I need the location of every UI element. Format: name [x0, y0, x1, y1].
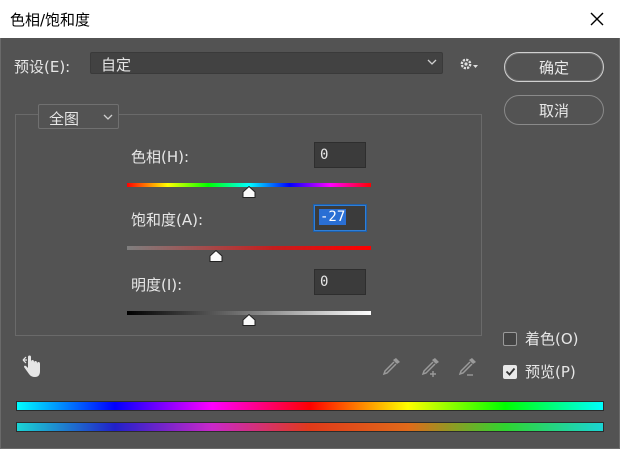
channel-dropdown[interactable]: 全图 [38, 104, 119, 129]
gear-icon[interactable] [458, 56, 480, 72]
eyedropper-add-icon[interactable] [420, 356, 442, 378]
hue-slider-thumb[interactable] [242, 186, 256, 198]
preview-option[interactable]: 预览(P) [503, 361, 576, 382]
adjustment-group [15, 114, 482, 336]
hue-input[interactable]: 0 [314, 142, 366, 168]
preset-value: 自定 [101, 56, 132, 74]
lightness-value: 0 [320, 274, 329, 290]
eyedropper-icon[interactable] [382, 356, 402, 376]
chevron-down-icon [427, 59, 437, 65]
checkmark-icon [505, 367, 515, 376]
lightness-label: 明度(I): [131, 276, 183, 294]
lightness-slider-thumb[interactable] [242, 314, 256, 326]
preset-dropdown[interactable]: 自定 [90, 52, 443, 74]
channel-value: 全图 [49, 110, 80, 128]
window-title: 色相/饱和度 [10, 11, 91, 29]
cancel-button[interactable]: 取消 [504, 95, 604, 125]
chevron-down-icon [103, 114, 113, 120]
preview-label: 预览(P) [525, 363, 576, 381]
colorize-checkbox[interactable] [503, 331, 517, 346]
saturation-input[interactable]: -27 [314, 205, 366, 231]
preset-label: 预设(E): [14, 58, 71, 76]
ok-button[interactable]: 确定 [504, 52, 604, 82]
hue-value: 0 [320, 147, 329, 163]
preview-checkbox[interactable] [503, 364, 517, 379]
lightness-input[interactable]: 0 [314, 269, 366, 295]
eyedropper-subtract-icon[interactable] [457, 356, 479, 378]
saturation-label: 饱和度(A): [131, 211, 204, 229]
targeted-adjustment-hand-icon[interactable] [22, 354, 44, 378]
saturation-value: -27 [319, 209, 347, 225]
close-button[interactable] [574, 0, 620, 38]
saturation-slider-track[interactable] [127, 246, 371, 250]
close-icon [590, 12, 604, 26]
hue-label: 色相(H): [131, 148, 190, 166]
title-bar: 色相/饱和度 [0, 0, 620, 38]
output-color-spectrum [16, 422, 604, 432]
saturation-slider-thumb[interactable] [209, 250, 223, 262]
input-color-spectrum [16, 401, 604, 411]
colorize-option[interactable]: 着色(O) [503, 328, 579, 349]
colorize-label: 着色(O) [525, 330, 579, 348]
